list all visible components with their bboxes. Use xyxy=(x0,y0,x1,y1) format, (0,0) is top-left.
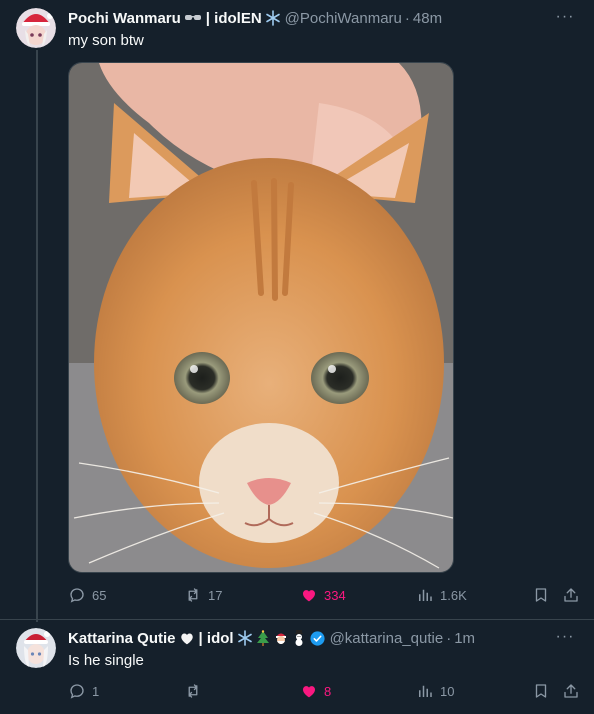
timestamp[interactable]: 48m xyxy=(413,10,442,27)
repost-button[interactable] xyxy=(184,682,208,700)
avatar[interactable] xyxy=(16,628,56,668)
reply-count: 65 xyxy=(92,587,107,603)
bookmark-button[interactable] xyxy=(532,586,550,604)
tweet-actions: 1 8 10 xyxy=(68,682,588,702)
tweet-kattarina[interactable]: Kattarina Qutie | idol @kattarina_qutie … xyxy=(0,620,594,714)
author-suffix[interactable]: | idolEN xyxy=(206,10,262,27)
like-icon xyxy=(303,686,315,698)
like-button[interactable]: 8 xyxy=(300,682,331,700)
author-name[interactable]: Pochi Wanmaru xyxy=(68,10,181,27)
verified-icon xyxy=(309,630,326,647)
tweet-header: Kattarina Qutie | idol @kattarina_qutie … xyxy=(68,628,475,648)
views-count: 1.6K xyxy=(440,587,467,603)
share-button[interactable] xyxy=(562,586,580,604)
reply-count: 1 xyxy=(92,683,100,699)
author-handle[interactable]: @PochiWanmaru xyxy=(285,10,402,27)
tweet-actions: 65 17 334 1.6K xyxy=(68,586,588,606)
views-icon xyxy=(419,589,432,601)
timestamp[interactable]: 1m xyxy=(454,630,475,647)
views-button[interactable]: 1.6K xyxy=(416,586,467,604)
like-button[interactable]: 334 xyxy=(300,586,346,604)
views-button[interactable]: 10 xyxy=(416,682,454,700)
repost-icon xyxy=(188,684,198,698)
reply-button[interactable]: 1 xyxy=(68,682,99,700)
tweet-text: my son btw xyxy=(68,32,144,49)
snowflake-icon xyxy=(265,10,281,26)
sunglasses-emoji xyxy=(184,12,202,24)
reply-icon xyxy=(70,684,84,699)
heart-emoji xyxy=(179,631,195,645)
views-count: 10 xyxy=(440,683,455,699)
snowman-emoji xyxy=(292,630,306,646)
separator: · xyxy=(404,9,410,27)
santa-emoji xyxy=(273,630,289,646)
separator: · xyxy=(446,629,452,647)
bookmark-icon xyxy=(535,588,547,602)
more-icon[interactable]: ··· xyxy=(550,8,580,26)
share-button[interactable] xyxy=(562,682,580,700)
tweet-pochi[interactable]: Pochi Wanmaru | idolEN @PochiWanmaru · 4… xyxy=(0,0,594,622)
share-icon xyxy=(564,684,578,698)
reply-button[interactable]: 65 xyxy=(68,586,106,604)
repost-count: 17 xyxy=(208,587,223,603)
author-name[interactable]: Kattarina Qutie xyxy=(68,630,176,647)
snowflake-icon xyxy=(237,630,253,646)
bookmark-button[interactable] xyxy=(532,682,550,700)
reply-icon xyxy=(70,588,84,603)
more-icon[interactable]: ··· xyxy=(550,628,580,646)
like-icon xyxy=(303,590,315,602)
thread-line xyxy=(36,50,38,622)
bookmark-icon xyxy=(535,684,547,698)
share-icon xyxy=(564,588,578,602)
tweet-photo[interactable] xyxy=(68,62,454,573)
repost-icon xyxy=(188,588,198,602)
views-icon xyxy=(419,685,432,697)
avatar[interactable] xyxy=(16,8,56,48)
tree-emoji xyxy=(256,630,270,646)
tweet-text: Is he single xyxy=(68,652,144,669)
tweet-header: Pochi Wanmaru | idolEN @PochiWanmaru · 4… xyxy=(68,8,442,28)
author-handle[interactable]: @kattarina_qutie xyxy=(330,630,444,647)
repost-button[interactable]: 17 xyxy=(184,586,222,604)
like-count: 334 xyxy=(324,587,346,603)
author-suffix[interactable]: | idol xyxy=(199,630,234,647)
like-count: 8 xyxy=(324,683,332,699)
